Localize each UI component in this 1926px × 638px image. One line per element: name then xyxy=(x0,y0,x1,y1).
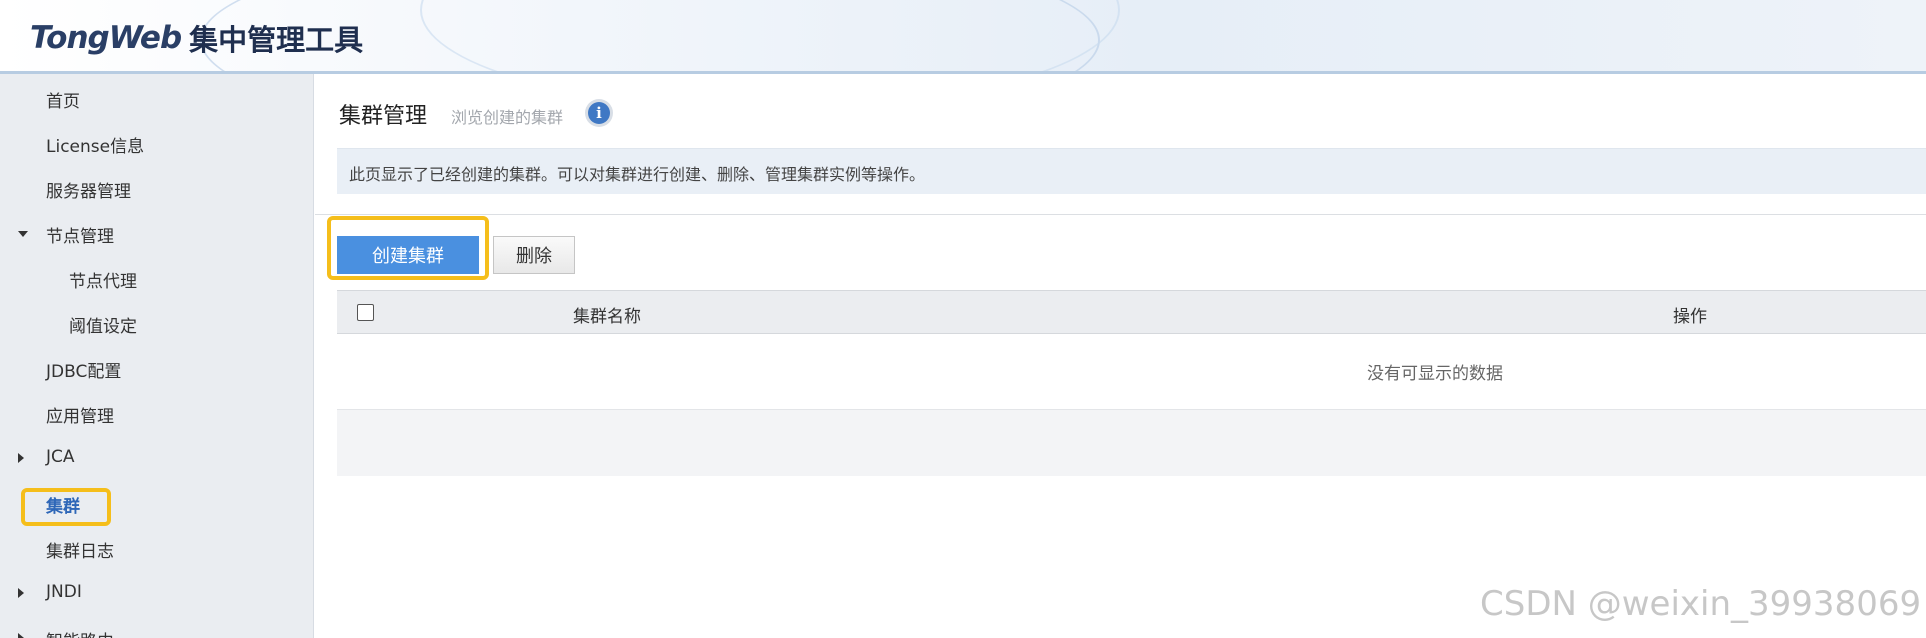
delete-button[interactable]: 删除 xyxy=(493,236,575,274)
sidebar-item-smart-routing[interactable]: 智能路由 xyxy=(0,620,313,638)
app-header: TongWeb 集中管理工具 xyxy=(0,0,1926,74)
sidebar-item-license[interactable]: License信息 xyxy=(0,125,313,161)
column-header-cluster-name[interactable]: 集群名称 xyxy=(573,302,641,327)
sidebar-item-label: JDBC配置 xyxy=(46,362,122,382)
brand: TongWeb 集中管理工具 xyxy=(30,16,363,60)
table-footer xyxy=(337,410,1926,476)
create-cluster-button[interactable]: 创建集群 xyxy=(337,236,479,274)
sidebar-item-label: 首页 xyxy=(46,92,80,112)
column-header-actions: 操作 xyxy=(1673,307,1707,327)
sidebar-item-label: 集群日志 xyxy=(46,542,114,562)
caret-right-icon[interactable] xyxy=(18,588,24,598)
divider xyxy=(315,214,1926,215)
sidebar-item-server-management[interactable]: 服务器管理 xyxy=(0,170,313,206)
sidebar-item-jndi[interactable]: JNDI xyxy=(0,575,313,611)
sidebar-item-node-agent[interactable]: 节点代理 xyxy=(0,260,313,296)
sidebar-item-node-management[interactable]: 节点管理 xyxy=(0,215,313,251)
caret-down-icon[interactable] xyxy=(18,231,28,237)
sidebar-item-app-management[interactable]: 应用管理 xyxy=(0,395,313,431)
sidebar-item-threshold[interactable]: 阈值设定 xyxy=(0,305,313,341)
sidebar-item-label: 集群 xyxy=(46,497,80,517)
sidebar-item-label: 节点代理 xyxy=(69,272,137,292)
cluster-table: 集群名称 操作 没有可显示的数据 xyxy=(337,290,1926,476)
caret-right-icon[interactable] xyxy=(18,453,24,463)
main-content: 集群管理 浏览创建的集群 i 此页显示了已经创建的集群。可以对集群进行创建、删除… xyxy=(315,74,1926,638)
sidebar: 首页 License信息 服务器管理 节点管理 节点代理 阈值设定 JDBC配置… xyxy=(0,74,314,638)
caret-right-icon[interactable] xyxy=(18,633,24,638)
sidebar-item-label: 服务器管理 xyxy=(46,182,131,202)
sidebar-item-label: License信息 xyxy=(46,137,145,157)
sidebar-item-jdbc[interactable]: JDBC配置 xyxy=(0,350,313,386)
sidebar-item-label: 智能路由 xyxy=(46,627,114,638)
info-icon[interactable]: i xyxy=(585,99,613,127)
page-subtitle: 浏览创建的集群 xyxy=(451,108,564,127)
sidebar-item-label: 节点管理 xyxy=(46,227,114,247)
sidebar-item-cluster[interactable]: 集群 xyxy=(0,485,313,521)
sidebar-item-jca[interactable]: JCA xyxy=(0,440,313,476)
header-decoration xyxy=(420,0,1120,71)
sidebar-item-label: 阈值设定 xyxy=(69,317,137,337)
info-icon-glyph: i xyxy=(588,102,610,124)
sidebar-item-label: JNDI xyxy=(46,582,82,602)
sidebar-item-cluster-log[interactable]: 集群日志 xyxy=(0,530,313,566)
page-description: 此页显示了已经创建的集群。可以对集群进行创建、删除、管理集群实例等操作。 xyxy=(337,148,1926,194)
sidebar-item-home[interactable]: 首页 xyxy=(0,80,313,116)
page-title: 集群管理 xyxy=(339,104,428,129)
table-header: 集群名称 操作 xyxy=(337,290,1926,334)
empty-message: 没有可显示的数据 xyxy=(1367,364,1503,384)
app-title: 集中管理工具 xyxy=(189,23,364,57)
watermark: CSDN @weixin_39938069 xyxy=(1480,584,1922,624)
sidebar-item-label: 应用管理 xyxy=(46,407,114,427)
tongweb-logo: TongWeb xyxy=(30,20,182,56)
select-all-checkbox[interactable] xyxy=(357,304,374,321)
table-empty-row: 没有可显示的数据 xyxy=(337,334,1926,410)
sidebar-item-label: JCA xyxy=(46,447,75,467)
